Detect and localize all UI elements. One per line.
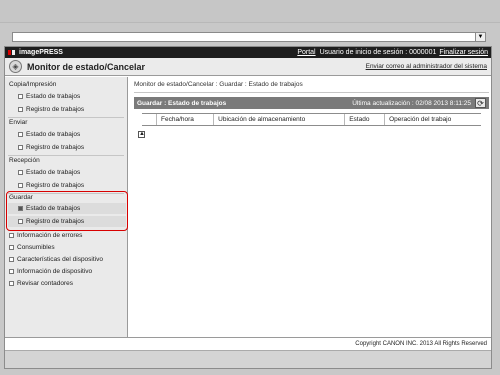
bullet-icon — [9, 281, 14, 286]
jobs-table: Fecha/hora Ubicación de almacenamiento E… — [142, 113, 481, 126]
bullet-icon — [9, 269, 14, 274]
brand-bar: imagePRESS Portal Usuario de inicio de s… — [5, 47, 491, 58]
column-header-status: Estado — [344, 113, 385, 126]
sidebar-heading-receive: Recepción — [9, 157, 40, 164]
address-bar[interactable]: ▼ — [12, 32, 486, 42]
bullet-icon — [18, 170, 23, 175]
column-header-storage-location: Ubicación de almacenamiento — [213, 113, 345, 126]
sidebar-item-label: Características del dispositivo — [17, 256, 103, 263]
sidebar-item-label: Información de dispositivo — [17, 268, 93, 275]
sidebar-item-send-job-status[interactable]: Estado de trabajos — [18, 131, 80, 138]
column-header-job-operation: Operación del trabajo — [384, 113, 481, 126]
refresh-button[interactable]: ⟳ — [475, 98, 486, 108]
sidebar-heading-copy-print: Copia/Impresión — [9, 81, 57, 88]
logged-in-user: Usuario de inicio de sesión : 0000001 — [319, 49, 437, 56]
sidebar-item-label: Información de errores — [17, 232, 83, 239]
sidebar-item-label: Estado de trabajos — [26, 93, 81, 100]
bullet-icon — [18, 132, 23, 137]
sidebar-item-consumables[interactable]: Consumibles — [9, 244, 55, 251]
sidebar-item-copy-job-log[interactable]: Registro de trabajos — [18, 106, 84, 113]
logout-link[interactable]: Finalizar sesión — [439, 49, 488, 56]
bullet-icon — [18, 145, 23, 150]
page-title-bar: ◈ Monitor de estado/Cancelar Enviar corr… — [5, 58, 491, 76]
refresh-icon: ⟳ — [477, 98, 484, 108]
brand-name: imagePRESS — [19, 49, 63, 56]
status-monitor-icon: ◈ — [9, 60, 22, 73]
divider — [8, 155, 124, 156]
bullet-icon — [9, 233, 14, 238]
sidebar-item-receive-job-status[interactable]: Estado de trabajos — [18, 169, 80, 176]
empty-area — [5, 350, 491, 368]
sidebar-item-copy-job-status[interactable]: Estado de trabajos — [18, 93, 80, 100]
panel-title: Guardar : Estado de trabajos — [137, 99, 227, 107]
sidebar-item-label: Consumibles — [17, 244, 55, 251]
column-header-datetime: Fecha/hora — [155, 113, 214, 126]
sidebar-item-error-info[interactable]: Información de errores — [9, 232, 82, 239]
scroll-to-top-button[interactable]: ▲ — [138, 131, 145, 138]
main-panel: Monitor de estado/Cancelar : Guardar : E… — [134, 81, 489, 138]
sidebar-item-send-job-log[interactable]: Registro de trabajos — [18, 144, 84, 151]
sidebar-item-device-info[interactable]: Información de dispositivo — [9, 268, 92, 275]
panel-header: Guardar : Estado de trabajos Última actu… — [134, 97, 489, 109]
sidebar-item-device-features[interactable]: Características del dispositivo — [9, 256, 103, 263]
last-update-text: Última actualización : 02/08 2013 8:11:2… — [352, 99, 471, 107]
annotation-highlight-box — [6, 191, 128, 231]
browser-content: imagePRESS Portal Usuario de inicio de s… — [4, 46, 492, 369]
table-header-checkbox — [142, 113, 157, 126]
page-title: Monitor de estado/Cancelar — [27, 61, 146, 72]
footer: Copyright CANON INC. 2013 All Rights Res… — [5, 337, 491, 350]
bullet-icon — [18, 107, 23, 112]
sidebar-item-check-counters[interactable]: Revisar contadores — [9, 280, 73, 287]
sidebar-item-label: Registro de trabajos — [26, 106, 85, 113]
content-area: Copia/Impresión Estado de trabajos Regis… — [5, 77, 491, 368]
copyright-text: Copyright CANON INC. 2013 All Rights Res… — [355, 341, 487, 347]
sidebar-item-label: Registro de trabajos — [26, 144, 85, 151]
sidebar-item-label: Estado de trabajos — [26, 131, 81, 138]
sidebar-item-receive-job-log[interactable]: Registro de trabajos — [18, 182, 84, 189]
browser-toolbar — [0, 0, 500, 23]
bullet-icon — [9, 257, 14, 262]
portal-link[interactable]: Portal — [297, 49, 315, 56]
table-header-row: Fecha/hora Ubicación de almacenamiento E… — [142, 113, 481, 126]
divider — [8, 117, 124, 118]
sidebar-heading-send: Enviar — [9, 119, 28, 126]
address-dropdown-button[interactable]: ▼ — [475, 33, 485, 41]
sidebar-item-label: Revisar contadores — [17, 280, 73, 287]
sidebar-item-label: Registro de trabajos — [26, 182, 85, 189]
breadcrumb: Monitor de estado/Cancelar : Guardar : E… — [134, 81, 303, 88]
canon-logo-icon — [8, 50, 15, 55]
email-admin-link[interactable]: Enviar correo al administrador del siste… — [366, 63, 487, 70]
sidebar-item-label: Estado de trabajos — [26, 169, 81, 176]
bullet-icon — [18, 94, 23, 99]
sidebar: Copia/Impresión Estado de trabajos Regis… — [5, 77, 128, 337]
bullet-icon — [9, 245, 14, 250]
bullet-icon — [18, 183, 23, 188]
arrow-up-icon: ▲ — [139, 131, 145, 137]
divider — [134, 92, 489, 93]
